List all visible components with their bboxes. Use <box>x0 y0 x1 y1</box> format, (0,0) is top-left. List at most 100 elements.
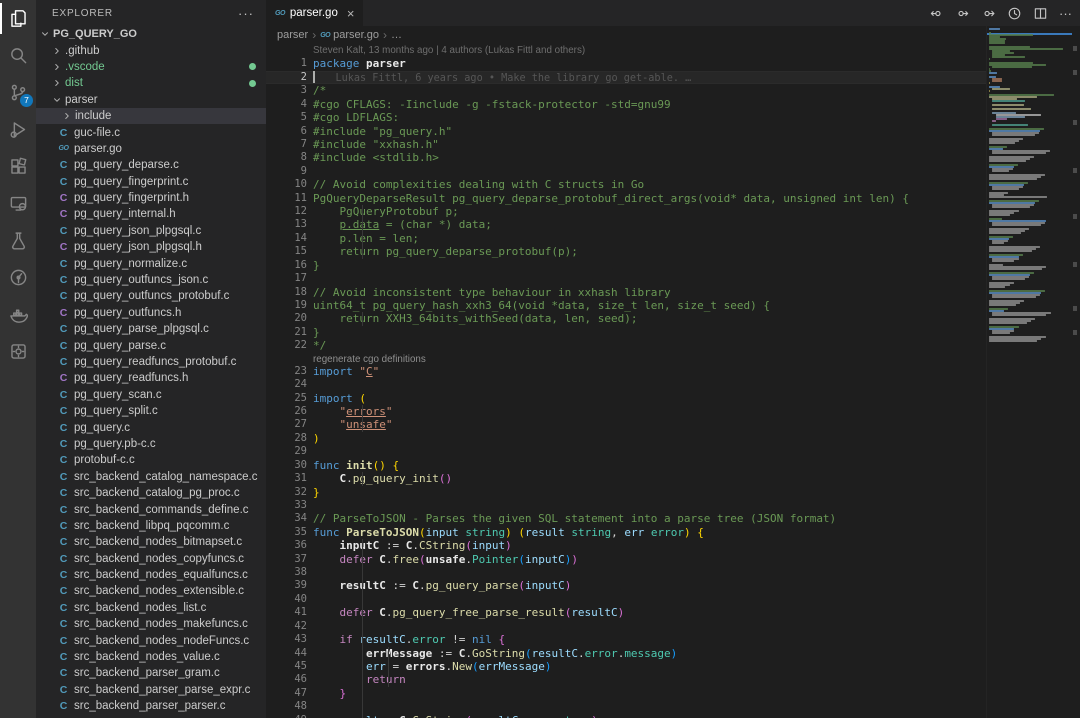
toggle-blame-icon[interactable] <box>929 6 944 21</box>
code-line-19[interactable]: 19uint64_t pg_query_hash_xxh3_64(void *d… <box>266 299 1080 312</box>
code-line-27[interactable]: 27 "unsafe" <box>266 418 1080 431</box>
tree-folder--github[interactable]: .github <box>36 42 266 58</box>
tab-close-icon[interactable]: × <box>347 6 355 21</box>
tree-file-src-backend-nodes-nodefuncs-c[interactable]: Csrc_backend_nodes_nodeFuncs.c <box>36 632 266 648</box>
gitlens-icon[interactable] <box>0 259 36 296</box>
tree-file-src-backend-nodes-equalfuncs-c[interactable]: Csrc_backend_nodes_equalfuncs.c <box>36 567 266 583</box>
code-line-3[interactable]: 3/* <box>266 84 1080 97</box>
code-line-10[interactable]: 10// Avoid complexities dealing with C s… <box>266 178 1080 191</box>
tree-file-src-backend-nodes-value-c[interactable]: Csrc_backend_nodes_value.c <box>36 649 266 665</box>
code-line-46[interactable]: 46 return <box>266 673 1080 686</box>
code-line-8[interactable]: 8#include <stdlib.h> <box>266 151 1080 164</box>
code-line-5[interactable]: 5#cgo LDFLAGS: <box>266 111 1080 124</box>
code-line-38[interactable]: 38 <box>266 566 1080 579</box>
tree-file-pg-query-internal-h[interactable]: Cpg_query_internal.h <box>36 206 266 222</box>
tree-folder-include[interactable]: include <box>36 108 266 124</box>
tree-file-src-backend-catalog-namespace-c[interactable]: Csrc_backend_catalog_namespace.c <box>36 469 266 485</box>
tree-file-src-backend-parser-parser-c[interactable]: Csrc_backend_parser_parser.c <box>36 698 266 714</box>
code-line-25[interactable]: 25import ( <box>266 392 1080 405</box>
code-line-23[interactable]: 23import "C" <box>266 365 1080 378</box>
tree-file-parser-go[interactable]: GOparser.go <box>36 141 266 157</box>
tree-file-src-backend-nodes-makefuncs-c[interactable]: Csrc_backend_nodes_makefuncs.c <box>36 616 266 632</box>
code-line-40[interactable]: 40 <box>266 593 1080 606</box>
code-line-41[interactable]: 41 defer C.pg_query_free_parse_result(re… <box>266 606 1080 619</box>
code-line-4[interactable]: 4#cgo CFLAGS: -Iinclude -g -fstack-prote… <box>266 98 1080 111</box>
code-line-44[interactable]: 44 errMessage := C.GoString(resultC.erro… <box>266 647 1080 660</box>
tree-folder-pg-query-go[interactable]: PG_QUERY_GO <box>36 26 266 42</box>
tree-file-pg-query-deparse-c[interactable]: Cpg_query_deparse.c <box>36 157 266 173</box>
tree-file-pg-query-fingerprint-h[interactable]: Cpg_query_fingerprint.h <box>36 190 266 206</box>
split-editor-icon[interactable] <box>1033 6 1048 21</box>
docker-icon[interactable] <box>0 296 36 333</box>
code-line-6[interactable]: 6#include "pg_query.h" <box>266 125 1080 138</box>
search-icon[interactable] <box>0 37 36 74</box>
breadcrumb-item-parser-go[interactable]: GOparser.go <box>320 29 379 41</box>
explorer-more-actions-icon[interactable]: ··· <box>238 6 254 21</box>
tree-file-src-backend-nodes-copyfuncs-c[interactable]: Csrc_backend_nodes_copyfuncs.c <box>36 551 266 567</box>
code-line-28[interactable]: 28) <box>266 432 1080 445</box>
minimap[interactable] <box>986 26 1072 718</box>
code-line-14[interactable]: 14 p.len = len; <box>266 232 1080 245</box>
tree-file-pg-query-c[interactable]: Cpg_query.c <box>36 419 266 435</box>
code-line-30[interactable]: 30func init() { <box>266 459 1080 472</box>
code-line-43[interactable]: 43 if resultC.error != nil { <box>266 633 1080 646</box>
code-line-37[interactable]: 37 defer C.free(unsafe.Pointer(inputC)) <box>266 553 1080 566</box>
tree-file-pg-query-readfuncs-h[interactable]: Cpg_query_readfuncs.h <box>36 370 266 386</box>
extensions-icon[interactable] <box>0 148 36 185</box>
tree-file-src-backend-parser-gram-c[interactable]: Csrc_backend_parser_gram.c <box>36 665 266 681</box>
code-line-12[interactable]: 12 PgQueryProtobuf p; <box>266 205 1080 218</box>
tree-file-pg-query-outfuncs-json-c[interactable]: Cpg_query_outfuncs_json.c <box>36 272 266 288</box>
code-line-32[interactable]: 32} <box>266 486 1080 499</box>
code-line-29[interactable]: 29 <box>266 445 1080 458</box>
tree-file-pg-query-pb-c-c[interactable]: Cpg_query.pb-c.c <box>36 436 266 452</box>
tree-file-guc-file-c[interactable]: Cguc-file.c <box>36 124 266 140</box>
code-line-11[interactable]: 11PgQueryDeparseResult pg_query_deparse_… <box>266 192 1080 205</box>
tree-file-pg-query-parse-plpgsql-c[interactable]: Cpg_query_parse_plpgsql.c <box>36 321 266 337</box>
tree-file-src-backend-parser-parse-expr-c[interactable]: Csrc_backend_parser_parse_expr.c <box>36 682 266 698</box>
tree-folder--vscode[interactable]: .vscode <box>36 59 266 75</box>
code-line-36[interactable]: 36 inputC := C.CString(input) <box>266 539 1080 552</box>
codelens-link[interactable]: regenerate cgo definitions <box>313 354 426 365</box>
code-line-21[interactable]: 21} <box>266 326 1080 339</box>
code-line-20[interactable]: 20 return XXH3_64bits_withSeed(data, len… <box>266 312 1080 325</box>
tree-file-pg-query-outfuncs-protobuf-c[interactable]: Cpg_query_outfuncs_protobuf.c <box>36 288 266 304</box>
overview-ruler[interactable] <box>1072 26 1080 718</box>
tree-file-src-backend-nodes-list-c[interactable]: Csrc_backend_nodes_list.c <box>36 600 266 616</box>
code-line-26[interactable]: 26 "errors" <box>266 405 1080 418</box>
tree-file-src-backend-libpq-pqcomm-c[interactable]: Csrc_backend_libpq_pqcomm.c <box>36 518 266 534</box>
tree-file-pg-query-fingerprint-c[interactable]: Cpg_query_fingerprint.c <box>36 174 266 190</box>
code-line-16[interactable]: 16} <box>266 259 1080 272</box>
tree-file-pg-query-json-plpgsql-h[interactable]: Cpg_query_json_plpgsql.h <box>36 239 266 255</box>
code-line-48[interactable]: 48 <box>266 700 1080 713</box>
code-line-18[interactable]: 18// Avoid inconsistent type behaviour i… <box>266 286 1080 299</box>
tree-file-src-backend-nodes-bitmapset-c[interactable]: Csrc_backend_nodes_bitmapset.c <box>36 534 266 550</box>
code-line-35[interactable]: 35func ParseToJSON(input string) (result… <box>266 526 1080 539</box>
code-line-17[interactable]: 17 <box>266 272 1080 285</box>
toggle-changes-icon[interactable] <box>981 6 996 21</box>
file-history-icon[interactable] <box>1007 6 1022 21</box>
tree-folder-dist[interactable]: dist <box>36 75 266 91</box>
tree-file-pg-query-split-c[interactable]: Cpg_query_split.c <box>36 403 266 419</box>
code-line-7[interactable]: 7#include "xxhash.h" <box>266 138 1080 151</box>
tree-file-protobuf-c-c[interactable]: Cprotobuf-c.c <box>36 452 266 468</box>
tree-file-pg-query-json-plpgsql-c[interactable]: Cpg_query_json_plpgsql.c <box>36 223 266 239</box>
code-line-24[interactable]: 24 <box>266 378 1080 391</box>
tree-file-src-backend-catalog-pg-proc-c[interactable]: Csrc_backend_catalog_pg_proc.c <box>36 485 266 501</box>
code-line-1[interactable]: 1package parser <box>266 57 1080 70</box>
toggle-heatmap-icon[interactable] <box>955 6 970 21</box>
run-debug-icon[interactable] <box>0 111 36 148</box>
explorer-icon[interactable] <box>0 0 36 37</box>
code-line-9[interactable]: 9 <box>266 165 1080 178</box>
source-control-icon[interactable]: 7 <box>0 74 36 111</box>
tree-file-pg-query-normalize-c[interactable]: Cpg_query_normalize.c <box>36 255 266 271</box>
code-line-39[interactable]: 39 resultC := C.pg_query_parse(inputC) <box>266 579 1080 592</box>
code-line-33[interactable]: 33 <box>266 499 1080 512</box>
testing-icon[interactable] <box>0 222 36 259</box>
more-actions-icon[interactable]: ··· <box>1059 6 1072 21</box>
breadcrumb-item--[interactable]: … <box>391 29 402 41</box>
containers-icon[interactable] <box>0 333 36 370</box>
tree-file-pg-query-outfuncs-h[interactable]: Cpg_query_outfuncs.h <box>36 305 266 321</box>
remote-explorer-icon[interactable] <box>0 185 36 222</box>
code-line-13[interactable]: 13 p.data = (char *) data; <box>266 218 1080 231</box>
tree-file-pg-query-parse-c[interactable]: Cpg_query_parse.c <box>36 337 266 353</box>
